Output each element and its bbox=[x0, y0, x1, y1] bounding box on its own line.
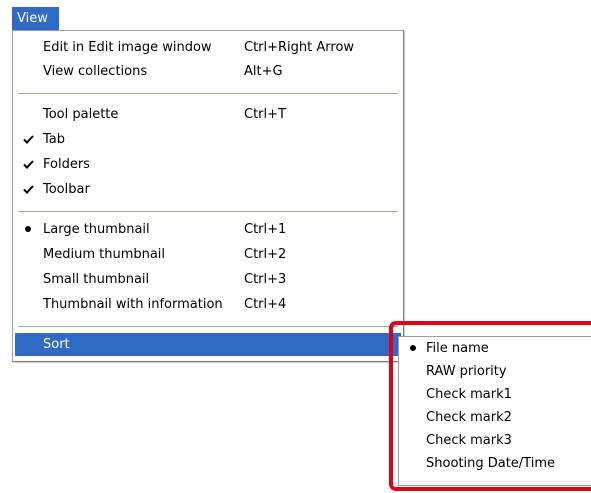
menu-item-label: Toolbar bbox=[43, 182, 90, 197]
check-icon bbox=[21, 153, 35, 177]
menu-item-edit-in-edit-image-window[interactable]: Edit in Edit image window Ctrl+Right Arr… bbox=[15, 36, 401, 60]
check-icon bbox=[21, 178, 35, 202]
radio-bullet-icon bbox=[21, 218, 35, 242]
menu-item-shortcut: Ctrl+1 bbox=[244, 222, 287, 237]
menu-separator bbox=[18, 93, 398, 94]
menu-item-medium-thumbnail[interactable]: Medium thumbnail Ctrl+2 bbox=[15, 243, 401, 267]
menu-item-shortcut: Ctrl+T bbox=[244, 107, 286, 122]
menu-item-small-thumbnail[interactable]: Small thumbnail Ctrl+3 bbox=[15, 268, 401, 292]
menu-item-thumbnail-with-information[interactable]: Thumbnail with information Ctrl+4 bbox=[15, 293, 401, 317]
menu-item-view-collections[interactable]: View collections Alt+G bbox=[15, 60, 401, 84]
menu-item-large-thumbnail[interactable]: Large thumbnail Ctrl+1 bbox=[15, 218, 401, 242]
menu-item-folders[interactable]: Folders bbox=[15, 153, 401, 177]
submenu-item-check-mark3[interactable]: Check mark3 bbox=[401, 429, 589, 452]
menu-item-label: Small thumbnail bbox=[43, 272, 150, 287]
menu-item-label: Tab bbox=[43, 132, 66, 147]
menu-item-shortcut: Ctrl+3 bbox=[244, 272, 287, 287]
menu-item-shortcut: Ctrl+2 bbox=[244, 247, 287, 262]
menu-item-label: Medium thumbnail bbox=[43, 247, 166, 262]
sort-submenu: File name RAW priority Check mark1 Check… bbox=[398, 336, 591, 486]
menu-item-sort[interactable]: Sort bbox=[15, 333, 401, 356]
menu-item-label: View collections bbox=[43, 64, 148, 79]
submenu-item-check-mark1[interactable]: Check mark1 bbox=[401, 383, 589, 406]
submenu-item-label: File name bbox=[426, 341, 489, 356]
submenu-item-raw-priority[interactable]: RAW priority bbox=[401, 360, 589, 383]
submenu-item-label: Check mark2 bbox=[426, 410, 512, 425]
menu-item-shortcut: Alt+G bbox=[244, 64, 283, 79]
menu-item-label: Edit in Edit image window bbox=[43, 40, 212, 55]
menu-item-shortcut: Ctrl+4 bbox=[244, 297, 287, 312]
menu-item-label: Thumbnail with information bbox=[43, 297, 223, 312]
menu-item-shortcut: Ctrl+Right Arrow bbox=[244, 40, 355, 55]
submenu-item-check-mark2[interactable]: Check mark2 bbox=[401, 406, 589, 429]
view-menu-title[interactable]: View bbox=[12, 7, 59, 30]
menu-item-toolbar[interactable]: Toolbar bbox=[15, 178, 401, 202]
submenu-item-label: RAW priority bbox=[426, 364, 507, 379]
menu-item-label: Folders bbox=[43, 157, 90, 172]
check-icon bbox=[21, 128, 35, 152]
submenu-item-label: Check mark1 bbox=[426, 387, 512, 402]
radio-bullet-icon bbox=[407, 337, 419, 360]
menu-item-label: Tool palette bbox=[43, 107, 119, 122]
menu-item-tool-palette[interactable]: Tool palette Ctrl+T bbox=[15, 103, 401, 127]
submenu-item-label: Shooting Date/Time bbox=[426, 456, 555, 471]
view-dropdown-menu: Edit in Edit image window Ctrl+Right Arr… bbox=[12, 30, 404, 362]
menu-item-label: Sort bbox=[43, 337, 70, 352]
menu-separator bbox=[18, 326, 398, 327]
submenu-item-file-name[interactable]: File name bbox=[401, 337, 589, 360]
submenu-item-shooting-date-time[interactable]: Shooting Date/Time bbox=[401, 452, 589, 475]
menu-item-tab[interactable]: Tab bbox=[15, 128, 401, 152]
menu-item-label: Large thumbnail bbox=[43, 222, 150, 237]
menu-separator bbox=[18, 211, 398, 212]
submenu-item-label: Check mark3 bbox=[426, 433, 512, 448]
